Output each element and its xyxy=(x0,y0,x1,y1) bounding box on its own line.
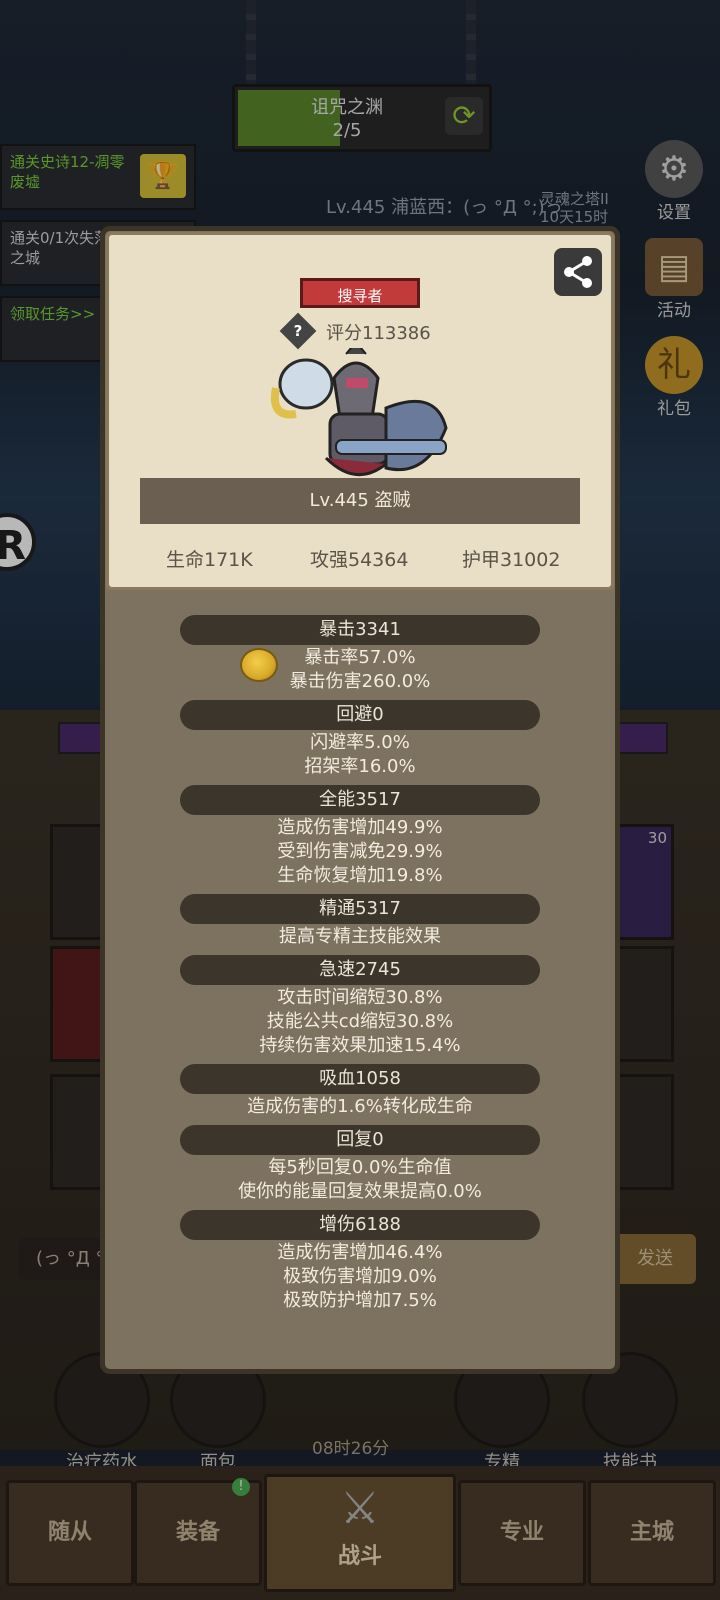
level-class-band: Lv.445 盗贼 xyxy=(140,478,580,524)
stat-header-versatility: 全能3517 xyxy=(180,785,540,815)
score-text: 评分113386 xyxy=(326,323,431,344)
help-icon[interactable]: ? xyxy=(279,312,317,350)
stat-header-mastery: 精通5317 xyxy=(180,894,540,924)
stat-line: 使你的能量回复效果提高0.0% xyxy=(238,1181,482,1202)
attack-stat: 攻强54364 xyxy=(310,549,409,571)
stat-line: 持续伤害效果加速15.4% xyxy=(259,1035,461,1056)
stat-header-regen: 回复0 xyxy=(180,1125,540,1155)
class-badge: 搜寻者 xyxy=(300,278,420,308)
stat-line: 攻击时间缩短30.8% xyxy=(277,987,443,1008)
stat-line: 招架率16.0% xyxy=(304,756,416,777)
stat-line: 极致防护增加7.5% xyxy=(283,1290,437,1311)
stat-line: 暴击伤害260.0% xyxy=(289,671,431,692)
stat-line: 极致伤害增加9.0% xyxy=(283,1266,437,1287)
armor-stat: 护甲31002 xyxy=(462,549,561,571)
stat-header-leech: 吸血1058 xyxy=(180,1064,540,1094)
stat-header-damage-increase: 增伤6188 xyxy=(180,1210,540,1240)
stat-line: 造成伤害增加49.9% xyxy=(277,817,443,838)
stat-line: 受到伤害减免29.9% xyxy=(277,841,443,862)
stat-header-haste: 急速2745 xyxy=(180,955,540,985)
stat-line: 提高专精主技能效果 xyxy=(279,926,441,947)
stat-line: 暴击率57.0% xyxy=(304,647,416,668)
stat-line: 技能公共cd缩短30.8% xyxy=(266,1011,454,1032)
stat-line: 造成伤害的1.6%转化成生命 xyxy=(247,1096,473,1117)
hp-stat: 生命171K xyxy=(166,549,253,571)
character-portrait xyxy=(271,348,448,477)
share-button[interactable] xyxy=(554,248,602,296)
stat-header-avoidance: 回避0 xyxy=(180,700,540,730)
share-icon xyxy=(564,256,592,288)
stat-line: 闪避率5.0% xyxy=(310,732,410,753)
stat-line: 生命恢复增加19.8% xyxy=(277,865,443,886)
stat-header-crit: 暴击3341 xyxy=(180,615,540,645)
stat-line: 造成伤害增加46.4% xyxy=(277,1242,443,1263)
stat-line: 每5秒回复0.0%生命值 xyxy=(268,1157,452,1178)
